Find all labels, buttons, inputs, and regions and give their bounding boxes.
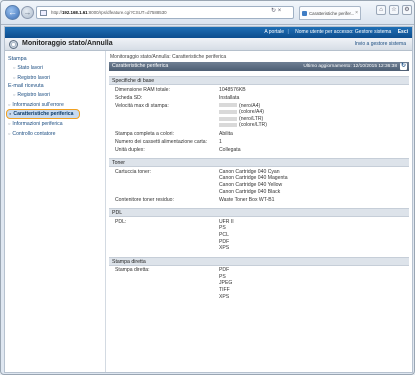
spec-row: Stampa diretta: PDF PS JPEG TIFF XPS (115, 267, 233, 300)
web-page: A portale | Nome utente per accesso: Ges… (4, 26, 413, 373)
sidebar-section-email: E-mail ricevuta (8, 83, 44, 89)
user-label: Nome utente per accesso: Gestore sistema (295, 29, 392, 35)
address-bar[interactable]: http://192.168.1.61:8000/rps/dfeature.cg… (36, 6, 294, 19)
bullet-icon: ○ (8, 101, 11, 107)
tab-favicon-icon (302, 11, 307, 16)
sidebar-item-job-log[interactable]: ○ Registro lavori (5, 73, 105, 83)
bullet-icon: ○ (13, 74, 16, 80)
page-title: Monitoraggio stato/Annulla (22, 40, 113, 47)
sidebar: Stampa ○ Stato lavori ○ Registro lavori E-… (5, 51, 106, 372)
refresh-icon[interactable]: ↻ (400, 63, 407, 70)
browser-tab[interactable]: Caratteristiche perifer... × (299, 6, 361, 20)
top-navigation-bar: A portale | Nome utente per accesso: Ges… (5, 27, 412, 38)
section-pdl: PDL PDL: UFR II PS PCL PDF XPS (109, 208, 409, 251)
redacted-value (219, 116, 237, 121)
page-header: Monitoraggio stato/Annulla Invio a gesto… (5, 38, 412, 51)
spec-row: Cartuccia toner: Canon Cartridge 040 Cya… (115, 168, 288, 195)
section-title-bar: Caratteristiche periferica Ultimo aggior… (109, 62, 409, 71)
spec-row: Numero dei cassetti alimentazione carta:… (115, 138, 222, 145)
section-header: Toner (109, 158, 409, 168)
spec-row: Contenitore toner residuo: Waste Toner Bo… (115, 196, 275, 203)
to-admin-link[interactable]: Invio a gestore sistema (355, 41, 406, 47)
spec-row: Unità duplex: Collegata (115, 146, 241, 153)
browser-toolbar: ← → http://192.168.1.61:8000/rps/dfeatur… (1, 1, 414, 25)
tab-close-icon[interactable]: × (355, 7, 358, 19)
sidebar-item-device-info[interactable]: ○ Informazioni periferica (5, 119, 105, 129)
sidebar-item-email-log[interactable]: ○ Registro lavori (5, 90, 105, 100)
sidebar-section-print: Stampa (8, 56, 27, 62)
section-header: PDL (109, 208, 409, 218)
sidebar-item-device-features[interactable]: ● Caratteristiche periferica (6, 109, 80, 119)
monitor-icon (9, 40, 18, 49)
star-icon[interactable]: ☆ (389, 5, 399, 15)
section-header: Stampa diretta (109, 256, 409, 266)
portal-link[interactable]: A portale (264, 29, 284, 35)
redacted-value (219, 109, 237, 114)
section-base-specs: Specifiche di base Dimensione RAM totale… (109, 76, 409, 153)
logout-link[interactable]: Esci (398, 29, 408, 35)
section-toner: Toner Cartuccia toner: Canon Cartridge 0… (109, 158, 409, 203)
sidebar-item-job-status[interactable]: ○ Stato lavori (5, 63, 105, 73)
sidebar-item-error-info[interactable]: ○ Informazioni sull'errore (5, 100, 105, 110)
redacted-value (219, 103, 237, 108)
browser-icons: ⌂ ☆ ⚙ (376, 5, 412, 15)
gear-icon[interactable]: ⚙ (402, 5, 412, 15)
spec-row: Stampa completa a colori: Abilita (115, 130, 233, 137)
forward-arrow-icon[interactable]: → (21, 6, 34, 19)
spec-row: Velocità max di stampa: (nero/A4) (color… (115, 102, 267, 129)
sidebar-item-counter[interactable]: ○ Controllo contatore (5, 129, 105, 139)
spec-row: Scheda SD: Installata (115, 94, 240, 101)
section-direct-print: Stampa diretta Stampa diretta: PDF PS JP… (109, 256, 409, 300)
page-icon (40, 10, 47, 16)
redacted-value (219, 123, 237, 128)
breadcrumb: Monitoraggio stato/Annulla: Caratteristi… (110, 54, 227, 60)
last-updated: Ultimo aggiornamento: 12/10/2015 12:36:3… (303, 64, 397, 69)
refresh-icon[interactable]: ↻ × (271, 7, 281, 14)
back-arrow-icon[interactable]: ← (5, 5, 20, 20)
browser-window: ← → http://192.168.1.61:8000/rps/dfeatur… (0, 0, 415, 375)
bullet-icon: ○ (8, 121, 11, 126)
spec-row: PDL: UFR II PS PCL PDF XPS (115, 218, 234, 252)
bullet-icon: ● (9, 111, 12, 116)
bullet-icon: ○ (8, 130, 11, 136)
home-icon[interactable]: ⌂ (376, 5, 386, 15)
main-content: Monitoraggio stato/Annulla: Caratteristi… (109, 53, 409, 372)
spec-row: Dimensione RAM totale: 1048576KB (115, 86, 246, 93)
section-header: Specifiche di base (109, 76, 409, 85)
bullet-icon: ○ (13, 92, 16, 97)
section-title: Caratteristiche periferica (112, 63, 169, 69)
bullet-icon: ○ (13, 65, 16, 70)
